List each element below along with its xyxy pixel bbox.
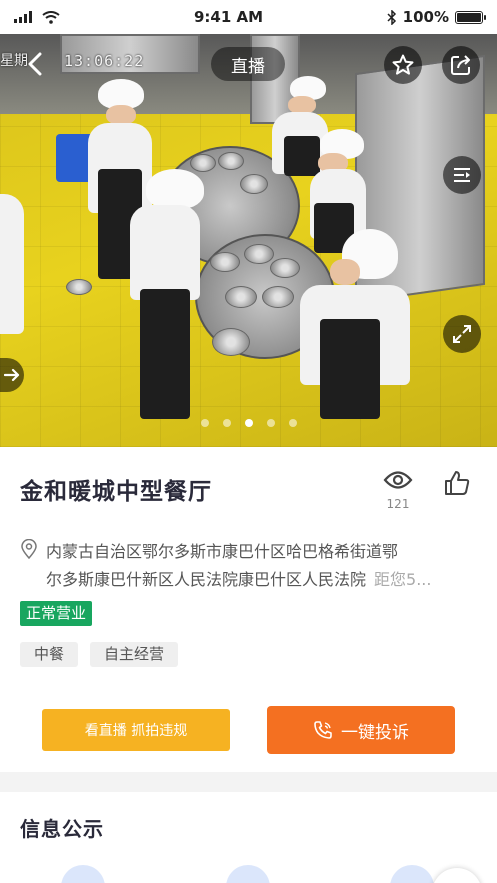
video-bowl [240,174,268,194]
location-pin-icon [21,538,37,563]
business-status-badge: 正常营业 [20,601,93,626]
toggle-list-button[interactable] [443,156,481,194]
staff-icon[interactable] [390,865,434,883]
restaurant-name: 金和暖城中型餐厅 [20,479,212,505]
carousel-dot[interactable] [266,419,275,427]
status-bar: 9:41 AM 100% [0,0,497,34]
live-badge: 直播 [211,47,285,81]
video-bowl [190,154,216,172]
battery-percent: 100% [402,8,449,26]
video-bowl [244,244,274,264]
license-icon[interactable] [61,865,105,883]
info-public-section: 信息公示 [0,792,497,883]
address-line-2-row: 尔多斯康巴什新区人民法院康巴什区人民法院 距您5... [46,566,476,594]
video-bowl [262,286,294,308]
expand-icon [453,325,471,343]
inspection-icon[interactable] [226,865,270,883]
fullscreen-button[interactable] [443,315,481,353]
carousel-dot[interactable] [288,419,297,427]
video-bowl [270,258,300,278]
restaurant-card: 金和暖城中型餐厅 121 内蒙古自治区鄂尔多斯市康巴什区哈巴格希街道鄂 尔多斯康… [0,447,497,772]
address-line-2: 尔多斯康巴什新区人民法院康巴什区人民法院 [46,570,367,589]
tag-cuisine: 中餐 [20,642,79,667]
star-icon [392,54,414,75]
carousel-dot[interactable] [200,419,209,427]
tag-operation: 自主经营 [90,642,179,667]
chevron-left-icon [28,52,42,76]
thumbs-up-icon [445,471,470,495]
status-left [14,10,134,24]
arrow-right-icon [4,368,20,382]
watch-live-button[interactable]: 看直播 抓拍违规 [42,709,230,751]
status-right: 100% [323,8,486,26]
share-icon [451,55,470,75]
carousel-dot-active[interactable] [244,419,253,427]
video-bowl [66,279,92,295]
complain-button-label: 一键投诉 [341,722,409,743]
eye-icon [383,471,413,489]
video-bowl [212,328,250,356]
carousel-indicator [0,419,497,427]
view-count: 121 [386,497,410,511]
restaurant-address[interactable]: 内蒙古自治区鄂尔多斯市康巴什区哈巴格希街道鄂 尔多斯康巴什新区人民法院康巴什区人… [46,538,476,594]
menu-play-icon [454,168,470,182]
address-line-1: 内蒙古自治区鄂尔多斯市康巴什区哈巴格希街道鄂 [46,542,399,561]
favorite-button[interactable] [384,46,422,84]
phone-icon [314,721,332,739]
signal-icon [14,11,32,23]
status-time: 9:41 AM [193,8,264,26]
next-camera-button[interactable] [0,358,24,392]
wifi-icon [42,10,60,24]
video-bowl [218,152,244,170]
battery-icon [455,10,486,24]
carousel-dot[interactable] [222,419,231,427]
back-button[interactable] [16,45,54,83]
live-video[interactable]: 星期 13:06:22 直播 [0,34,497,447]
video-bowl [210,252,240,272]
like-button[interactable] [443,469,471,501]
camera-timestamp: 13:06:22 [64,52,145,70]
view-counter: 121 [380,469,416,511]
bluetooth-icon [387,9,396,25]
share-button[interactable] [442,46,480,84]
info-section-title: 信息公示 [20,817,104,841]
video-bowl [225,286,257,308]
complain-button[interactable]: 一键投诉 [267,706,455,754]
restaurant-tags: 中餐 自主经营 [20,642,179,667]
distance-text: 距您5... [374,570,432,589]
